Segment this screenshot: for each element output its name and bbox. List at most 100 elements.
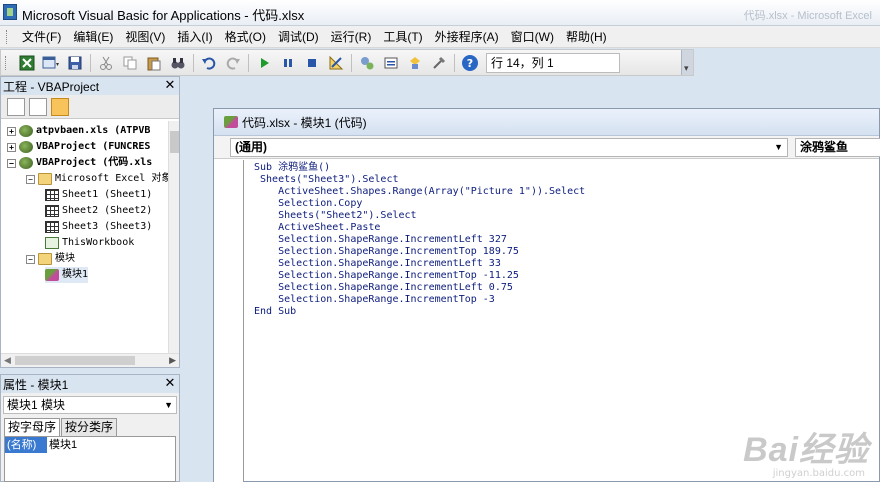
- code-line[interactable]: Sub 涂鸦鲨鱼(): [254, 162, 585, 174]
- tab-alphabetic[interactable]: 按字母序: [4, 418, 61, 436]
- menu-edit[interactable]: 编辑(E): [67, 27, 119, 47]
- module-icon: [224, 116, 238, 128]
- toolbar-grip[interactable]: [5, 55, 9, 70]
- project-tree-vertical-scrollbar[interactable]: [168, 121, 179, 353]
- object-combo[interactable]: (通用) ▼: [230, 138, 788, 157]
- object-browser-icon[interactable]: [405, 53, 425, 73]
- save-icon[interactable]: [65, 53, 85, 73]
- tree-node-label: Sheet3 (Sheet3): [62, 221, 153, 232]
- cursor-position-readout: 行 14，列 1: [486, 52, 620, 73]
- watermark-url: jingyan.baidu.com: [772, 468, 865, 479]
- menu-debug[interactable]: 调试(D): [272, 27, 325, 47]
- procedure-combo-value: 涂鸦鲨鱼: [800, 140, 849, 154]
- reset-icon[interactable]: [302, 53, 322, 73]
- tree-node[interactable]: − VBAProject (代码.xls: [7, 155, 152, 171]
- redo-icon[interactable]: [223, 53, 243, 73]
- tree-node[interactable]: + VBAProject (FUNCRES: [7, 139, 150, 155]
- view-object-icon[interactable]: [29, 97, 47, 116]
- collapse-icon[interactable]: −: [26, 174, 35, 184]
- code-window-combos: (通用) ▼ 涂鸦鲨鱼: [214, 136, 880, 159]
- code-line[interactable]: Selection.ShapeRange.IncrementLeft 327: [254, 234, 585, 246]
- code-line[interactable]: Sheets("Sheet3").Select: [254, 174, 585, 186]
- menu-addins[interactable]: 外接程序(A): [429, 27, 505, 47]
- find-icon[interactable]: [168, 53, 188, 73]
- copy-icon[interactable]: [120, 53, 140, 73]
- expand-icon[interactable]: +: [7, 126, 16, 136]
- code-line[interactable]: Selection.Copy: [254, 198, 585, 210]
- code-line[interactable]: Selection.ShapeRange.IncrementTop -11.25: [254, 270, 585, 282]
- menu-insert[interactable]: 插入(I): [171, 27, 218, 47]
- code-line[interactable]: Selection.ShapeRange.IncrementLeft 0.75: [254, 282, 585, 294]
- procedure-combo[interactable]: 涂鸦鲨鱼: [795, 138, 880, 157]
- tree-node[interactable]: 模块1: [45, 267, 89, 283]
- project-explorer-panel: 工程 - VBAProject ✕ + atpvbaen.xls (ATPVB + V…: [0, 76, 180, 368]
- property-row[interactable]: (名称) 模块1: [5, 437, 175, 453]
- tree-node-label: Microsoft Excel 对象: [55, 173, 169, 184]
- property-value[interactable]: 模块1: [47, 437, 77, 453]
- view-excel-icon[interactable]: [17, 53, 37, 73]
- menu-file[interactable]: 文件(F): [16, 27, 67, 47]
- close-icon[interactable]: ✕: [163, 376, 177, 390]
- cut-icon[interactable]: [96, 53, 116, 73]
- tree-node[interactable]: − Microsoft Excel 对象: [26, 171, 169, 187]
- code-line[interactable]: ActiveSheet.Shapes.Range(Array("Picture …: [254, 186, 585, 198]
- menu-help[interactable]: 帮助(H): [560, 27, 613, 47]
- insert-userform-icon[interactable]: [41, 53, 61, 73]
- code-line[interactable]: End Sub: [254, 306, 585, 318]
- code-margin-indicator-bar[interactable]: [214, 160, 244, 482]
- scroll-right-icon[interactable]: ▶: [169, 355, 176, 366]
- title-bar: Microsoft Visual Basic for Applications …: [0, 0, 880, 26]
- tree-node[interactable]: − 模块: [26, 251, 75, 267]
- code-editor[interactable]: Sub 涂鸦鲨鱼() Sheets("Sheet3").Select Activ…: [254, 162, 585, 318]
- code-line[interactable]: ActiveSheet.Paste: [254, 222, 585, 234]
- menu-grip[interactable]: [6, 29, 10, 44]
- tree-node[interactable]: Sheet1 (Sheet1): [45, 187, 152, 203]
- code-window: 代码.xlsx - 模块1 (代码) (通用) ▼ 涂鸦鲨鱼 Sub 涂鸦鲨鱼(…: [213, 108, 880, 482]
- menu-tools[interactable]: 工具(T): [377, 27, 428, 47]
- code-line[interactable]: Sheets("Sheet2").Select: [254, 210, 585, 222]
- vba-project-icon: [19, 157, 33, 169]
- scroll-left-icon[interactable]: ◀: [4, 355, 11, 366]
- menu-bar: 文件(F) 编辑(E) 视图(V) 插入(I) 格式(O) 调试(D) 运行(R…: [0, 26, 880, 48]
- toolbar-separator: [454, 53, 455, 72]
- code-line[interactable]: Selection.ShapeRange.IncrementTop -3: [254, 294, 585, 306]
- properties-object-select[interactable]: 模块1 模块 ▼: [3, 396, 177, 414]
- project-tree-horizontal-scrollbar[interactable]: ◀ ▶: [1, 353, 179, 367]
- vba-project-icon: [19, 125, 33, 137]
- project-explorer-header: 工程 - VBAProject ✕: [1, 77, 179, 95]
- collapse-icon[interactable]: −: [26, 254, 35, 264]
- design-mode-icon[interactable]: [326, 53, 346, 73]
- toggle-folders-icon[interactable]: [51, 97, 69, 116]
- close-icon[interactable]: ✕: [163, 78, 177, 92]
- menu-run[interactable]: 运行(R): [325, 27, 378, 47]
- paste-icon[interactable]: [144, 53, 164, 73]
- undo-icon[interactable]: [199, 53, 219, 73]
- collapse-icon[interactable]: −: [7, 158, 16, 168]
- toolbar-options-chevron-icon[interactable]: [681, 50, 693, 75]
- tree-node[interactable]: + atpvbaen.xls (ATPVB: [7, 123, 150, 139]
- pause-icon[interactable]: [278, 53, 298, 73]
- chevron-down-icon[interactable]: ▼: [774, 139, 783, 156]
- menu-format[interactable]: 格式(O): [219, 27, 272, 47]
- tree-node-label: Sheet2 (Sheet2): [62, 205, 153, 216]
- menu-view[interactable]: 视图(V): [119, 27, 171, 47]
- expand-icon[interactable]: +: [7, 142, 16, 152]
- folder-icon: [38, 173, 52, 185]
- project-explorer-icon[interactable]: [357, 53, 377, 73]
- toolbox-icon[interactable]: [429, 53, 449, 73]
- run-icon[interactable]: [254, 53, 274, 73]
- help-icon[interactable]: ?: [460, 53, 480, 73]
- tree-node[interactable]: Sheet3 (Sheet3): [45, 219, 152, 235]
- sheet-icon: [45, 189, 59, 201]
- code-line[interactable]: Selection.ShapeRange.IncrementLeft 33: [254, 258, 585, 270]
- tree-node[interactable]: Sheet2 (Sheet2): [45, 203, 152, 219]
- tree-node[interactable]: ThisWorkbook: [45, 235, 134, 251]
- tree-node-label: atpvbaen.xls (ATPVB: [36, 125, 151, 136]
- code-line[interactable]: Selection.ShapeRange.IncrementTop 189.75: [254, 246, 585, 258]
- chevron-down-icon[interactable]: ▼: [164, 397, 173, 413]
- properties-window-icon[interactable]: [381, 53, 401, 73]
- menu-window[interactable]: 窗口(W): [505, 27, 560, 47]
- view-code-icon[interactable]: [7, 97, 25, 116]
- toolbar-separator: [351, 53, 352, 72]
- tab-categorized[interactable]: 按分类序: [61, 418, 118, 436]
